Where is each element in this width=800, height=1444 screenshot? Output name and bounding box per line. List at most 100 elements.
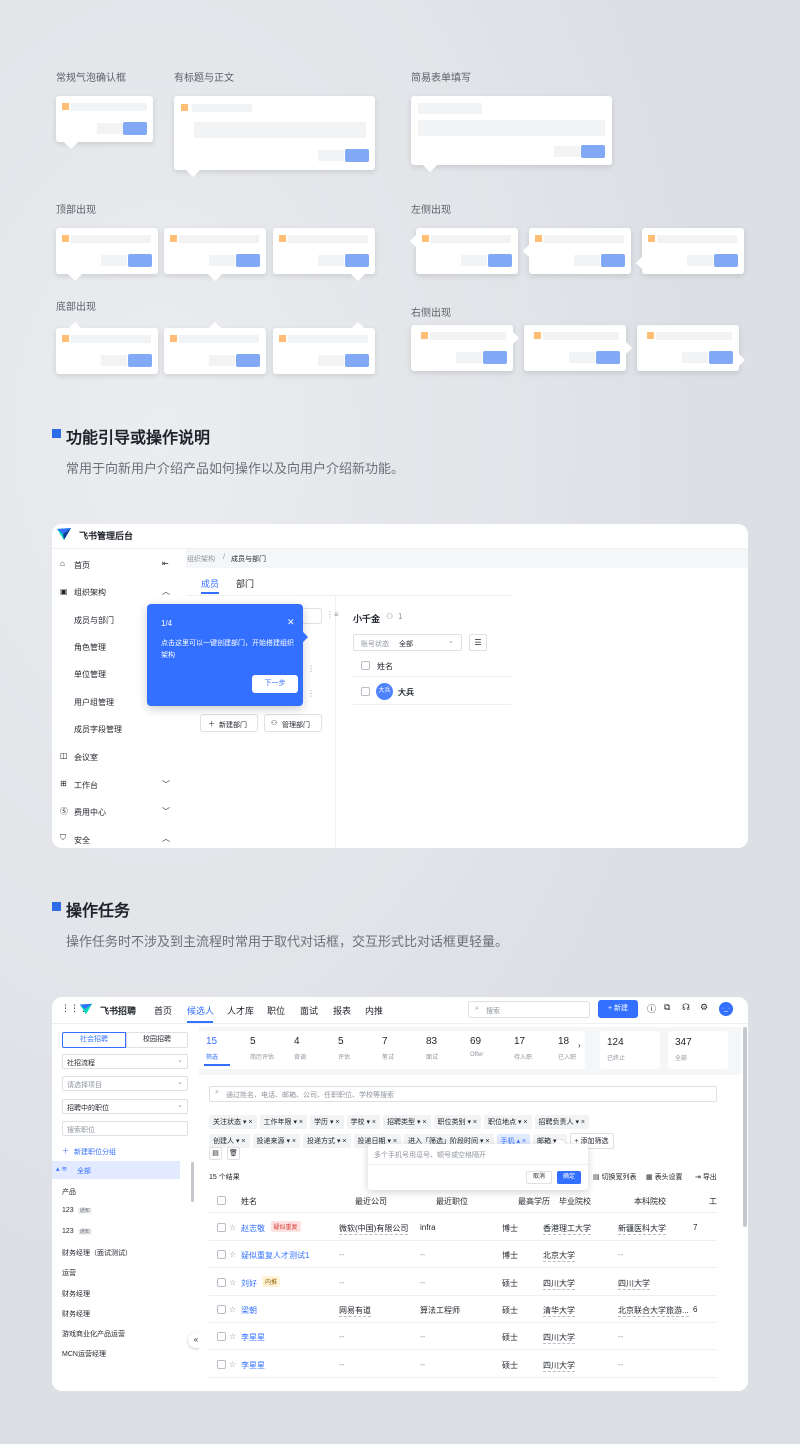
job-group-all[interactable]: ▴ ≋ 全部: [52, 1161, 180, 1179]
nav-referral[interactable]: 内推: [365, 1004, 383, 1017]
share-icon[interactable]: ⧉: [664, 1002, 670, 1013]
filter-chip[interactable]: 工作年限 ▾ ×: [259, 1115, 307, 1129]
nav-user-groups[interactable]: 用户组管理: [74, 697, 114, 708]
filter-chip[interactable]: 招聘负责人 ▾ ×: [534, 1115, 589, 1129]
confirm-button[interactable]: 确定: [557, 1171, 581, 1184]
calendar-icon[interactable]: ▤: [209, 1147, 222, 1160]
stage-item[interactable]: 4 背调: [292, 1035, 332, 1065]
nav-units[interactable]: 单位管理: [74, 669, 106, 680]
breadcrumb-org[interactable]: 组织架构: [187, 554, 215, 564]
job-group-item[interactable]: 产品: [62, 1187, 76, 1197]
collapse-icon[interactable]: ⇤: [162, 559, 169, 568]
candidate-search-input[interactable]: ⌕ 通过姓名、电话、邮箱、公司、任职职位、学校等搜索: [209, 1086, 717, 1102]
stage-item[interactable]: 7 笔试: [380, 1035, 420, 1065]
stage-item[interactable]: 18 已入职: [556, 1035, 596, 1065]
cancel-button[interactable]: 取消: [526, 1171, 552, 1184]
cell-name[interactable]: 李星星: [241, 1360, 265, 1371]
account-status-select[interactable]: 账号状态 全部 ⌄: [353, 634, 462, 651]
nav-home[interactable]: 首页: [74, 560, 90, 571]
nav-talent-pool[interactable]: 人才库: [227, 1004, 254, 1017]
stage-item[interactable]: 5 评估: [336, 1035, 376, 1065]
nav-reports[interactable]: 报表: [333, 1004, 351, 1017]
job-group-item[interactable]: 运营: [62, 1268, 76, 1278]
filter-chip[interactable]: 学校 ▾ ×: [346, 1115, 380, 1129]
tab-campus[interactable]: 校园招聘: [126, 1032, 188, 1048]
guide-next-button[interactable]: 下一步: [252, 675, 298, 693]
filter-chip[interactable]: 创建人 ▾ ×: [209, 1134, 250, 1148]
export-button[interactable]: ⇥ 导出: [695, 1172, 717, 1182]
manage-dept-button[interactable]: ⚇ 管理部门: [264, 714, 322, 732]
nav-billing[interactable]: 费用中心: [74, 807, 106, 818]
select-all-checkbox[interactable]: [361, 661, 370, 670]
nav-meeting[interactable]: 会议室: [74, 752, 98, 763]
global-search-input[interactable]: ⌕ 搜索: [468, 1001, 590, 1018]
star-icon[interactable]: ☆: [229, 1278, 236, 1287]
gear-icon[interactable]: ⚙: [700, 1002, 708, 1013]
filter-chip[interactable]: 投递方式 ▾ ×: [303, 1134, 351, 1148]
nav-roles[interactable]: 角色管理: [74, 642, 106, 653]
member-checkbox[interactable]: [361, 687, 370, 696]
nav-security[interactable]: 安全: [74, 835, 90, 846]
filter-chip[interactable]: 学历 ▾ ×: [310, 1115, 344, 1129]
stage-item[interactable]: 5 简历评估: [248, 1035, 288, 1065]
user-avatar[interactable]: ·_·: [719, 1002, 733, 1016]
stage-item[interactable]: 69 Offer: [468, 1035, 508, 1065]
filter-chip[interactable]: 职位地点 ▾ ×: [484, 1115, 532, 1129]
star-icon[interactable]: ☆: [229, 1250, 236, 1259]
table-row[interactable]: ☆ 李星星 -- -- 硕士 四川大学 --: [209, 1351, 717, 1378]
cell-name[interactable]: 李星星: [241, 1332, 265, 1343]
cell-name[interactable]: 赵志敬: [241, 1223, 265, 1234]
process-select[interactable]: 社招流程 ⌄: [62, 1054, 188, 1069]
job-group-item[interactable]: 财务经理（面试测试）: [62, 1248, 132, 1258]
chevron-right-icon[interactable]: ›: [578, 1041, 581, 1050]
job-group-item[interactable]: 123 通知: [62, 1207, 92, 1215]
stage-item[interactable]: 15 筛选: [204, 1035, 244, 1066]
table-row[interactable]: ☆ 梁朝 网易有道 算法工程师 硕士 清华大学 北京联合大学旅游... 6: [209, 1296, 717, 1323]
job-group-item[interactable]: 游戏商业化产品运营: [62, 1329, 125, 1339]
table-row[interactable]: ☆ 李星星 -- -- 硕士 四川大学 --: [209, 1323, 717, 1351]
row-checkbox[interactable]: [217, 1359, 226, 1369]
nav-jobs[interactable]: 职位: [267, 1004, 285, 1017]
stage-all[interactable]: 347 全部: [668, 1031, 728, 1069]
tab-social[interactable]: 社会招聘: [62, 1032, 126, 1048]
stage-item[interactable]: 83 面试: [424, 1035, 464, 1065]
nav-members[interactable]: 成员与部门: [74, 615, 114, 626]
column-settings-button[interactable]: ▦ 表头设置: [646, 1172, 683, 1182]
tree-menu-icon[interactable]: ⋮≡: [326, 610, 339, 619]
trash-icon[interactable]: 🗑: [227, 1147, 240, 1160]
job-group-item[interactable]: MCN运营经理: [62, 1349, 106, 1359]
job-group-item[interactable]: 财务经理: [62, 1289, 90, 1299]
table-row[interactable]: ☆ 赵志敬 微软(中国)有限公司 infra 博士 香港理工大学 新疆医科大学 7 疑似重复: [209, 1214, 717, 1241]
close-icon[interactable]: ✕: [287, 617, 295, 628]
filter-chip[interactable]: 投递来源 ▾ ×: [252, 1134, 300, 1148]
row-checkbox[interactable]: [217, 1304, 226, 1314]
nav-org[interactable]: 组织架构: [74, 587, 106, 598]
stage-item[interactable]: 17 待入职: [512, 1035, 552, 1065]
stage-ended[interactable]: 124 已终止: [600, 1031, 660, 1069]
cell-name[interactable]: 梁朝: [241, 1305, 257, 1316]
headset-icon[interactable]: ☊: [682, 1002, 690, 1013]
tab-departments[interactable]: 部门: [236, 577, 254, 590]
nav-home[interactable]: 首页: [154, 1004, 172, 1017]
project-select[interactable]: 请选择项目 ⌄: [62, 1076, 188, 1091]
job-group-item[interactable]: 财务经理: [62, 1309, 90, 1319]
row-checkbox[interactable]: [217, 1277, 226, 1287]
new-dept-button[interactable]: ＋ 新建部门: [200, 714, 258, 732]
switch-list-button[interactable]: ▤ 切换宽列表: [593, 1172, 637, 1182]
star-icon[interactable]: ☆: [229, 1360, 236, 1369]
help-icon[interactable]: ⓘ: [647, 1002, 656, 1015]
job-search-input[interactable]: 搜索职位: [62, 1121, 188, 1136]
star-icon[interactable]: ☆: [229, 1305, 236, 1314]
job-status-select[interactable]: 招聘中的职位 ⌄: [62, 1099, 188, 1114]
cell-name[interactable]: 疑似重复人才测试1: [241, 1250, 309, 1261]
nav-interviews[interactable]: 面试: [300, 1004, 318, 1017]
row-checkbox[interactable]: [217, 1332, 226, 1342]
star-icon[interactable]: ☆: [229, 1223, 236, 1232]
nav-workspace[interactable]: 工作台: [74, 780, 98, 791]
job-group-item[interactable]: 123 通知: [62, 1228, 92, 1235]
cell-name[interactable]: 刘好: [241, 1278, 257, 1289]
member-name[interactable]: 大兵: [398, 687, 414, 698]
row-checkbox[interactable]: [217, 1223, 226, 1232]
new-button[interactable]: + 新建: [598, 1000, 638, 1018]
table-row[interactable]: ☆ 疑似重复人才测试1 -- -- 博士 北京大学 --: [209, 1241, 717, 1269]
